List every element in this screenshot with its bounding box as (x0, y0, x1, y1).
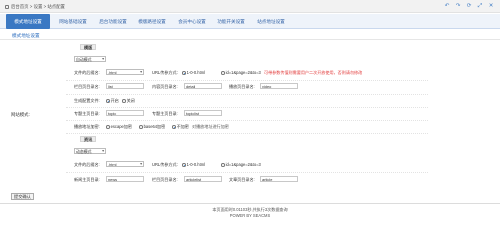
col-dir-label: 栏目页目录名: (74, 84, 100, 89)
radio-unchecked-icon[interactable] (106, 124, 110, 129)
template-suffix-select[interactable]: .html (106, 69, 144, 75)
template-url-hint: 可带参数传值则需要用户二次开放使用，否则请勿修改 (264, 70, 363, 75)
refresh-icon[interactable]: ⟳ (466, 3, 472, 9)
row-divider (66, 94, 428, 95)
row-divider (66, 80, 428, 81)
radio-checked-icon[interactable] (182, 70, 186, 75)
tab-site-address[interactable]: 站点地址设置 (253, 14, 289, 29)
static-off-option[interactable]: 关闭 (122, 98, 135, 104)
content-dir-label: 内容页目录名: (152, 84, 178, 89)
tab-basic[interactable]: 网站基础设置 (55, 14, 91, 29)
topic-index-label: 专题主页目录: (74, 111, 100, 116)
encode-none-option[interactable]: 不加密 (172, 124, 189, 130)
radio-unchecked-icon[interactable] (221, 70, 225, 75)
fullscreen-icon[interactable]: ⤢ (477, 3, 483, 9)
toolbar: ↶ ↷ ⟳ ⤢ ✕ (444, 3, 494, 9)
news-url-label: URL传参方式: (152, 162, 178, 167)
content-dir-input[interactable]: detail (184, 83, 222, 89)
radio-unchecked-icon[interactable] (122, 98, 126, 103)
encode-label: 播放地址加密: (74, 124, 100, 129)
list-dir-label: 栏目页目录名: (152, 177, 178, 182)
radio-checked-icon[interactable] (106, 98, 110, 103)
topic-list-label: 专题主页目录: (152, 111, 178, 116)
home-icon (5, 5, 9, 9)
tab-feature-switch[interactable]: 功能开关设置 (213, 14, 249, 29)
tab-bar: 模式地址设置 网站基础设置 后台功能设置 模版路径设置 会员中心设置 功能开关设… (0, 14, 500, 29)
template-url-opt2[interactable]: id=1&page=2&to=3 (221, 70, 261, 75)
site-mode-label: 网站模式: (11, 112, 30, 117)
template-mode-select[interactable]: 自动模式 (74, 56, 106, 62)
topic-list-input[interactable]: topiclist (184, 110, 222, 116)
play-dir-input[interactable]: video (260, 83, 298, 89)
list-dir-input[interactable]: articlelist (184, 176, 222, 182)
tab-template-path[interactable]: 模版路径设置 (134, 14, 170, 29)
section-news-title: 资讯 (80, 136, 97, 142)
tab-admin-function[interactable]: 后台功能设置 (95, 14, 131, 29)
news-dir-input[interactable]: news (106, 176, 144, 182)
news-dir-label: 新闻主页目录: (74, 177, 100, 182)
encode-base64-option[interactable]: base64加密 (139, 124, 165, 130)
template-url-label: URL传参方式: (152, 70, 178, 75)
row-divider (66, 133, 428, 134)
row-divider (66, 172, 428, 173)
radio-unchecked-icon[interactable] (221, 162, 225, 167)
breadcrumb-text: 后台首页 > 设置 > 站点配置 (11, 4, 65, 9)
radio-unchecked-icon[interactable] (139, 124, 143, 129)
forward-icon[interactable]: ↷ (455, 3, 461, 9)
article-dir-input[interactable]: article (260, 176, 298, 182)
encode-hint: 对播放地址进行加密 (192, 124, 229, 129)
radio-checked-icon[interactable] (182, 162, 186, 167)
radio-checked-icon[interactable] (172, 124, 176, 129)
news-url-opt2[interactable]: id=1&page=2&to=3 (221, 162, 261, 167)
template-url-opt1[interactable]: 1-0-0.html (182, 70, 205, 75)
tab-mode-url[interactable]: 模式地址设置 (6, 14, 50, 29)
footer-powered-by: POWER BY SEACMS (229, 213, 271, 218)
static-label: 生成配置文件: (74, 98, 100, 103)
tab-member-center[interactable]: 会员中心设置 (174, 14, 210, 29)
col-dir-input[interactable]: list (106, 83, 144, 89)
section-template-title: 模版 (80, 44, 97, 50)
static-on-option[interactable]: 开启 (106, 98, 119, 104)
encode-escape-option[interactable]: escape加密 (106, 124, 132, 130)
article-dir-label: 文章页目录名: (229, 177, 255, 182)
row-divider (66, 107, 428, 108)
news-mode-select[interactable]: 动态模式 (74, 148, 106, 154)
back-icon[interactable]: ↶ (444, 3, 450, 9)
news-url-opt1[interactable]: 1-0-0.html (182, 162, 205, 167)
topic-index-input[interactable]: topic (106, 110, 144, 116)
template-suffix-label: 文件的后缀名: (74, 70, 100, 75)
top-bar: 后台首页 > 设置 > 站点配置 ↶ ↷ ⟳ ⤢ ✕ (0, 0, 500, 13)
play-dir-label: 播放页目录名: (229, 84, 255, 89)
news-suffix-select[interactable]: .html (106, 161, 144, 167)
breadcrumb: 后台首页 > 设置 > 站点配置 (5, 4, 65, 10)
submit-button[interactable]: 提交确认 (11, 193, 34, 200)
news-suffix-label: 文件的后缀名: (74, 162, 100, 167)
row-divider (66, 120, 428, 121)
divider (0, 39, 500, 40)
footer-divider (0, 203, 500, 204)
close-icon[interactable]: ✕ (488, 3, 494, 9)
